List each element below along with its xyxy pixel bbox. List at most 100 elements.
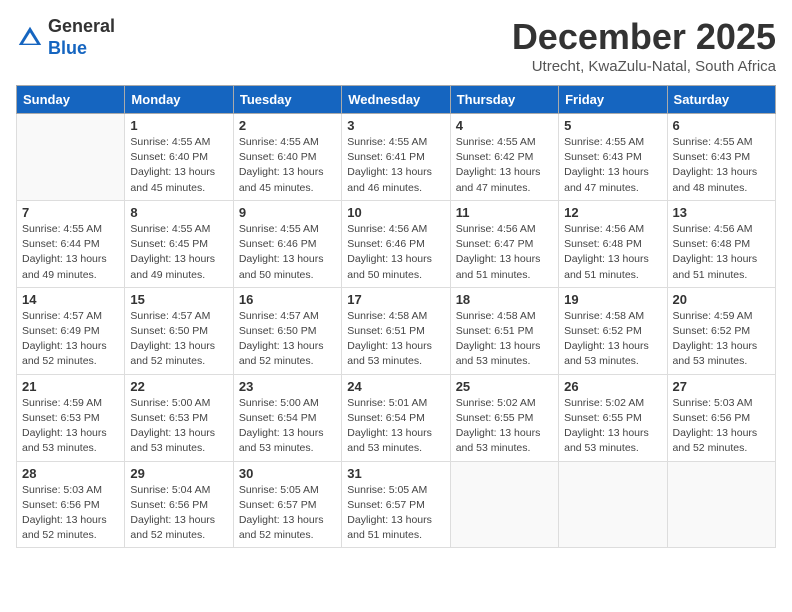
- calendar-cell: 7 Sunrise: 4:55 AMSunset: 6:44 PMDaylight…: [17, 200, 125, 287]
- day-number: 25: [456, 379, 553, 394]
- day-info: Sunrise: 4:59 AMSunset: 6:52 PMDaylight:…: [673, 309, 770, 370]
- day-info: Sunrise: 4:55 AMSunset: 6:42 PMDaylight:…: [456, 135, 553, 196]
- calendar-cell: 8 Sunrise: 4:55 AMSunset: 6:45 PMDaylight…: [125, 200, 233, 287]
- day-number: 2: [239, 118, 336, 133]
- day-number: 13: [673, 205, 770, 220]
- calendar-cell: 29Sunrise: 5:04 AMSunset: 6:56 PMDayligh…: [125, 461, 233, 548]
- calendar-cell: 20Sunrise: 4:59 AMSunset: 6:52 PMDayligh…: [667, 287, 775, 374]
- day-info: Sunrise: 4:55 AMSunset: 6:43 PMDaylight:…: [564, 135, 661, 196]
- day-number: 6: [673, 118, 770, 133]
- column-header-row: SundayMondayTuesdayWednesdayThursdayFrid…: [17, 86, 776, 114]
- day-info: Sunrise: 4:55 AMSunset: 6:41 PMDaylight:…: [347, 135, 444, 196]
- calendar-cell: 3 Sunrise: 4:55 AMSunset: 6:41 PMDaylight…: [342, 114, 450, 201]
- day-number: 16: [239, 292, 336, 307]
- day-number: 17: [347, 292, 444, 307]
- calendar-cell: 21Sunrise: 4:59 AMSunset: 6:53 PMDayligh…: [17, 374, 125, 461]
- calendar-cell: 16 Sunrise: 4:57 AMSunset: 6:50 PMDayligh…: [233, 287, 341, 374]
- calendar-cell: 11Sunrise: 4:56 AMSunset: 6:47 PMDayligh…: [450, 200, 558, 287]
- calendar-cell: 5 Sunrise: 4:55 AMSunset: 6:43 PMDaylight…: [559, 114, 667, 201]
- week-row-4: 21Sunrise: 4:59 AMSunset: 6:53 PMDayligh…: [17, 374, 776, 461]
- calendar-cell: 12 Sunrise: 4:56 AMSunset: 6:48 PMDayligh…: [559, 200, 667, 287]
- column-header-monday: Monday: [125, 86, 233, 114]
- calendar-cell: 25 Sunrise: 5:02 AMSunset: 6:55 PMDayligh…: [450, 374, 558, 461]
- day-info: Sunrise: 4:56 AMSunset: 6:46 PMDaylight:…: [347, 222, 444, 283]
- calendar-cell: 13Sunrise: 4:56 AMSunset: 6:48 PMDayligh…: [667, 200, 775, 287]
- day-info: Sunrise: 4:59 AMSunset: 6:53 PMDaylight:…: [22, 396, 119, 457]
- day-info: Sunrise: 4:55 AMSunset: 6:44 PMDaylight:…: [22, 222, 119, 283]
- day-number: 1: [130, 118, 227, 133]
- calendar-cell: [559, 461, 667, 548]
- day-number: 12: [564, 205, 661, 220]
- day-info: Sunrise: 4:57 AMSunset: 6:50 PMDaylight:…: [130, 309, 227, 370]
- calendar-cell: 31 Sunrise: 5:05 AMSunset: 6:57 PMDayligh…: [342, 461, 450, 548]
- day-info: Sunrise: 4:57 AMSunset: 6:49 PMDaylight:…: [22, 309, 119, 370]
- day-number: 10: [347, 205, 444, 220]
- day-number: 27: [673, 379, 770, 394]
- day-info: Sunrise: 4:55 AMSunset: 6:43 PMDaylight:…: [673, 135, 770, 196]
- calendar-cell: 24Sunrise: 5:01 AMSunset: 6:54 PMDayligh…: [342, 374, 450, 461]
- day-info: Sunrise: 4:55 AMSunset: 6:46 PMDaylight:…: [239, 222, 336, 283]
- day-number: 22: [130, 379, 227, 394]
- day-number: 28: [22, 466, 119, 481]
- day-number: 30: [239, 466, 336, 481]
- calendar-cell: 15 Sunrise: 4:57 AMSunset: 6:50 PMDayligh…: [125, 287, 233, 374]
- day-info: Sunrise: 4:55 AMSunset: 6:40 PMDaylight:…: [239, 135, 336, 196]
- day-info: Sunrise: 4:55 AMSunset: 6:40 PMDaylight:…: [130, 135, 227, 196]
- day-info: Sunrise: 5:04 AMSunset: 6:56 PMDaylight:…: [130, 483, 227, 544]
- day-number: 19: [564, 292, 661, 307]
- logo: General Blue: [16, 16, 115, 59]
- day-info: Sunrise: 5:03 AMSunset: 6:56 PMDaylight:…: [22, 483, 119, 544]
- calendar-cell: 9Sunrise: 4:55 AMSunset: 6:46 PMDaylight…: [233, 200, 341, 287]
- day-info: Sunrise: 4:56 AMSunset: 6:48 PMDaylight:…: [564, 222, 661, 283]
- day-number: 15: [130, 292, 227, 307]
- day-number: 3: [347, 118, 444, 133]
- day-info: Sunrise: 4:55 AMSunset: 6:45 PMDaylight:…: [130, 222, 227, 283]
- calendar-cell: 28 Sunrise: 5:03 AMSunset: 6:56 PMDayligh…: [17, 461, 125, 548]
- calendar-cell: 2 Sunrise: 4:55 AMSunset: 6:40 PMDaylight…: [233, 114, 341, 201]
- day-info: Sunrise: 4:57 AMSunset: 6:50 PMDaylight:…: [239, 309, 336, 370]
- day-number: 8: [130, 205, 227, 220]
- calendar-cell: 4Sunrise: 4:55 AMSunset: 6:42 PMDaylight…: [450, 114, 558, 201]
- calendar-cell: 30Sunrise: 5:05 AMSunset: 6:57 PMDayligh…: [233, 461, 341, 548]
- day-number: 26: [564, 379, 661, 394]
- day-info: Sunrise: 5:00 AMSunset: 6:54 PMDaylight:…: [239, 396, 336, 457]
- title-area: December 2025 Utrecht, KwaZulu-Natal, So…: [512, 16, 776, 75]
- calendar-subtitle: Utrecht, KwaZulu-Natal, South Africa: [512, 58, 776, 75]
- day-info: Sunrise: 5:02 AMSunset: 6:55 PMDaylight:…: [456, 396, 553, 457]
- calendar-cell: 19 Sunrise: 4:58 AMSunset: 6:52 PMDayligh…: [559, 287, 667, 374]
- calendar-table: SundayMondayTuesdayWednesdayThursdayFrid…: [16, 85, 776, 548]
- day-number: 7: [22, 205, 119, 220]
- week-row-1: 1 Sunrise: 4:55 AMSunset: 6:40 PMDaylight…: [17, 114, 776, 201]
- calendar-cell: 1 Sunrise: 4:55 AMSunset: 6:40 PMDaylight…: [125, 114, 233, 201]
- column-header-tuesday: Tuesday: [233, 86, 341, 114]
- day-number: 11: [456, 205, 553, 220]
- column-header-friday: Friday: [559, 86, 667, 114]
- column-header-saturday: Saturday: [667, 86, 775, 114]
- day-info: Sunrise: 5:05 AMSunset: 6:57 PMDaylight:…: [347, 483, 444, 544]
- calendar-cell: 23 Sunrise: 5:00 AMSunset: 6:54 PMDayligh…: [233, 374, 341, 461]
- calendar-cell: [17, 114, 125, 201]
- week-row-2: 7 Sunrise: 4:55 AMSunset: 6:44 PMDaylight…: [17, 200, 776, 287]
- calendar-cell: 14Sunrise: 4:57 AMSunset: 6:49 PMDayligh…: [17, 287, 125, 374]
- calendar-cell: 6 Sunrise: 4:55 AMSunset: 6:43 PMDaylight…: [667, 114, 775, 201]
- day-info: Sunrise: 5:02 AMSunset: 6:55 PMDaylight:…: [564, 396, 661, 457]
- day-number: 24: [347, 379, 444, 394]
- day-number: 5: [564, 118, 661, 133]
- calendar-cell: 10 Sunrise: 4:56 AMSunset: 6:46 PMDayligh…: [342, 200, 450, 287]
- logo-text: General Blue: [48, 16, 115, 59]
- column-header-wednesday: Wednesday: [342, 86, 450, 114]
- logo-blue: Blue: [48, 38, 87, 58]
- day-number: 18: [456, 292, 553, 307]
- day-info: Sunrise: 4:58 AMSunset: 6:52 PMDaylight:…: [564, 309, 661, 370]
- calendar-title: December 2025: [512, 16, 776, 58]
- calendar-cell: [450, 461, 558, 548]
- calendar-cell: 18Sunrise: 4:58 AMSunset: 6:51 PMDayligh…: [450, 287, 558, 374]
- day-number: 23: [239, 379, 336, 394]
- calendar-cell: [667, 461, 775, 548]
- day-info: Sunrise: 5:00 AMSunset: 6:53 PMDaylight:…: [130, 396, 227, 457]
- logo-icon: [16, 24, 44, 52]
- day-info: Sunrise: 4:58 AMSunset: 6:51 PMDaylight:…: [347, 309, 444, 370]
- day-number: 31: [347, 466, 444, 481]
- week-row-3: 14Sunrise: 4:57 AMSunset: 6:49 PMDayligh…: [17, 287, 776, 374]
- week-row-5: 28 Sunrise: 5:03 AMSunset: 6:56 PMDayligh…: [17, 461, 776, 548]
